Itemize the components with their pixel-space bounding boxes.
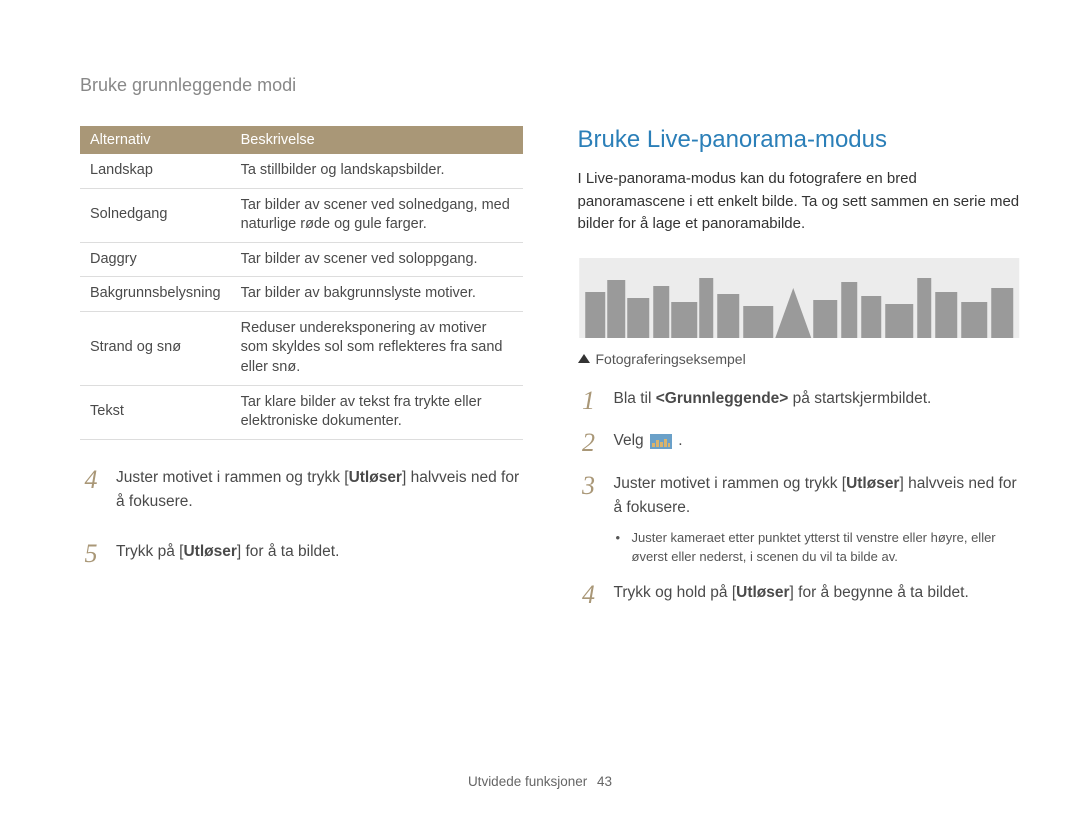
table-row: SolnedgangTar bilder av scener ved solne…: [80, 188, 523, 242]
text: Juster motivet i rammen og trykk [: [116, 469, 349, 486]
panorama-mode-icon: [650, 434, 672, 449]
text: Bla til: [614, 390, 656, 407]
cell-desc: Ta stillbilder og landskapsbilder.: [231, 154, 523, 188]
cell-desc: Tar bilder av scener ved solnedgang, med…: [231, 188, 523, 242]
section-title: Bruke Live-panorama-modus: [578, 126, 1021, 154]
page-number: 43: [597, 774, 612, 789]
text: .: [678, 432, 682, 449]
text: ] for å begynne å ta bildet.: [790, 584, 969, 601]
cell-opt: Strand og snø: [80, 311, 231, 385]
text: Velg: [614, 432, 648, 449]
options-table: Alternativ Beskrivelse LandskapTa stillb…: [80, 126, 523, 440]
cell-desc: Tar klare bilder av tekst fra trykte ell…: [231, 385, 523, 439]
panorama-example-image: [578, 258, 1021, 338]
cell-desc: Tar bilder av scener ved soloppgang.: [231, 242, 523, 277]
bold-text: Utløser: [349, 469, 402, 486]
bold-text: Utløser: [846, 475, 899, 492]
step-text: Juster motivet i rammen og trykk [Utløse…: [116, 466, 523, 514]
rstep-1: 1 Bla til <Grunnleggende> på startskjerm…: [578, 387, 1021, 416]
triangle-up-icon: [578, 354, 590, 363]
step-text: Trykk og hold på [Utløser] for å begynne…: [614, 581, 969, 610]
step-text: Trykk på [Utløser] for å ta bildet.: [116, 540, 339, 569]
step-number: 4: [80, 466, 102, 514]
text: ] for å ta bildet.: [237, 543, 340, 560]
step-text: Juster motivet i rammen og trykk [Utløse…: [614, 472, 1021, 567]
text: Trykk og hold på [: [614, 584, 737, 601]
step-4: 4 Juster motivet i rammen og trykk [Utlø…: [80, 466, 523, 514]
footer-section: Utvidede funksjoner: [468, 774, 587, 789]
step-text: Bla til <Grunnleggende> på startskjermbi…: [614, 387, 932, 416]
table-row: LandskapTa stillbilder og landskapsbilde…: [80, 154, 523, 188]
intro-text: I Live-panorama-modus kan du fotografere…: [578, 168, 1021, 236]
rstep-2: 2 Velg .: [578, 429, 1021, 458]
step-number: 1: [578, 387, 600, 416]
step-number: 4: [578, 581, 600, 610]
text: Juster motivet i rammen og trykk [: [614, 475, 847, 492]
pano-caption: Fotograferingseksempel: [578, 351, 1021, 367]
step-number: 3: [578, 472, 600, 567]
cell-opt: Tekst: [80, 385, 231, 439]
step-number: 5: [80, 540, 102, 569]
step-number: 2: [578, 429, 600, 458]
cell-opt: Bakgrunnsbelysning: [80, 277, 231, 312]
bold-text: <Grunnleggende>: [656, 390, 789, 407]
table-row: BakgrunnsbelysningTar bilder av bakgrunn…: [80, 277, 523, 312]
cell-desc: Reduser undereksponering av motiver som …: [231, 311, 523, 385]
bold-text: Utløser: [183, 543, 236, 560]
table-row: DaggryTar bilder av scener ved soloppgan…: [80, 242, 523, 277]
cell-opt: Solnedgang: [80, 188, 231, 242]
breadcrumb: Bruke grunnleggende modi: [80, 75, 1020, 96]
bold-text: Utløser: [736, 584, 789, 601]
cell-desc: Tar bilder av bakgrunnslyste motiver.: [231, 277, 523, 312]
caption-text: Fotograferingseksempel: [596, 351, 746, 367]
step-5: 5 Trykk på [Utløser] for å ta bildet.: [80, 540, 523, 569]
cell-opt: Daggry: [80, 242, 231, 277]
rstep-3: 3 Juster motivet i rammen og trykk [Utlø…: [578, 472, 1021, 567]
text: på startskjermbildet.: [788, 390, 931, 407]
text: Trykk på [: [116, 543, 183, 560]
step-text: Velg .: [614, 429, 683, 458]
cell-opt: Landskap: [80, 154, 231, 188]
table-row: TekstTar klare bilder av tekst fra trykt…: [80, 385, 523, 439]
th-option: Alternativ: [80, 126, 231, 154]
step-subtext: Juster kameraet etter punktet ytterst ti…: [614, 528, 1021, 567]
rstep-4: 4 Trykk og hold på [Utløser] for å begyn…: [578, 581, 1021, 610]
th-description: Beskrivelse: [231, 126, 523, 154]
table-row: Strand og snøReduser undereksponering av…: [80, 311, 523, 385]
page-footer: Utvidede funksjoner 43: [0, 774, 1080, 789]
